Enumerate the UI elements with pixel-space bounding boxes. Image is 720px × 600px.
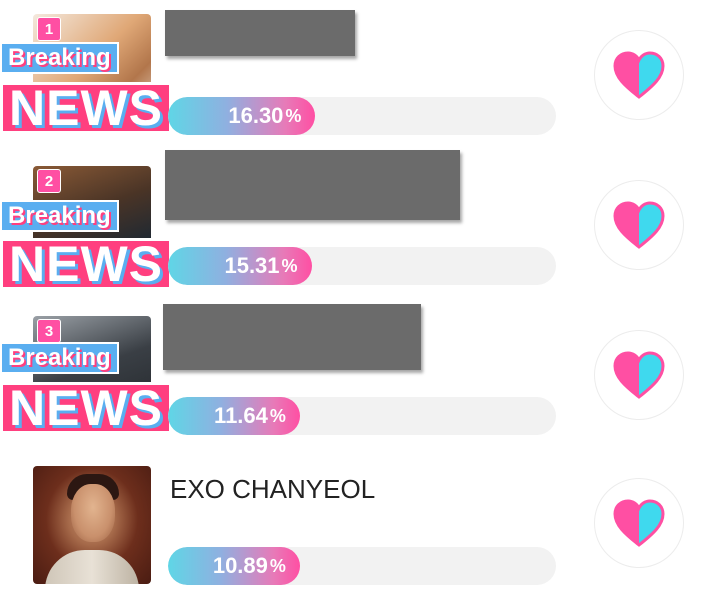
- vote-heart-button[interactable]: [594, 478, 684, 568]
- vote-heart-button[interactable]: [594, 330, 684, 420]
- rank-badge: 1: [37, 17, 61, 41]
- news-sticker: NEWS: [0, 380, 172, 436]
- artist-name[interactable]: EXO CHANYEOL: [170, 474, 375, 505]
- redaction-block: [165, 150, 460, 220]
- breaking-sticker: Breaking: [0, 342, 119, 374]
- artist-thumbnail[interactable]: [33, 466, 151, 584]
- news-sticker: NEWS: [0, 236, 172, 292]
- vote-heart-button[interactable]: [594, 180, 684, 270]
- redaction-block: [163, 304, 421, 370]
- ranking-row: 3 Breaking NEWS 11.64%: [0, 300, 720, 450]
- vote-heart-button[interactable]: [594, 30, 684, 120]
- breaking-sticker: Breaking: [0, 200, 119, 232]
- vote-progress-track: 11.64%: [168, 397, 556, 435]
- rank-badge: 3: [37, 319, 61, 343]
- vote-percent: 11.64%: [214, 403, 286, 428]
- vote-progress-track: 16.30%: [168, 97, 556, 135]
- heart-icon: [613, 499, 665, 547]
- vote-percent: 15.31%: [224, 253, 298, 278]
- heart-icon: [613, 201, 665, 249]
- vote-progress-fill: 10.89%: [168, 547, 300, 585]
- ranking-row: 1 Breaking NEWS 16.30%: [0, 0, 720, 150]
- photo-face: [71, 484, 115, 542]
- breaking-sticker: Breaking: [0, 42, 119, 74]
- vote-progress-fill: 11.64%: [168, 397, 300, 435]
- photo-shirt: [45, 550, 139, 584]
- vote-progress-fill: 15.31%: [168, 247, 312, 285]
- heart-icon: [613, 51, 665, 99]
- ranking-row: 2 Breaking NEWS 15.31%: [0, 150, 720, 300]
- vote-progress-track: 10.89%: [168, 547, 556, 585]
- rank-badge: 2: [37, 169, 61, 193]
- vote-progress-fill: 16.30%: [168, 97, 316, 135]
- redaction-block: [165, 10, 355, 56]
- vote-percent: 16.30%: [228, 103, 302, 128]
- news-sticker: NEWS: [0, 80, 172, 136]
- vote-progress-track: 15.31%: [168, 247, 556, 285]
- heart-icon: [613, 351, 665, 399]
- ranking-row: EXO CHANYEOL 10.89%: [0, 450, 720, 600]
- vote-percent: 10.89%: [212, 553, 286, 578]
